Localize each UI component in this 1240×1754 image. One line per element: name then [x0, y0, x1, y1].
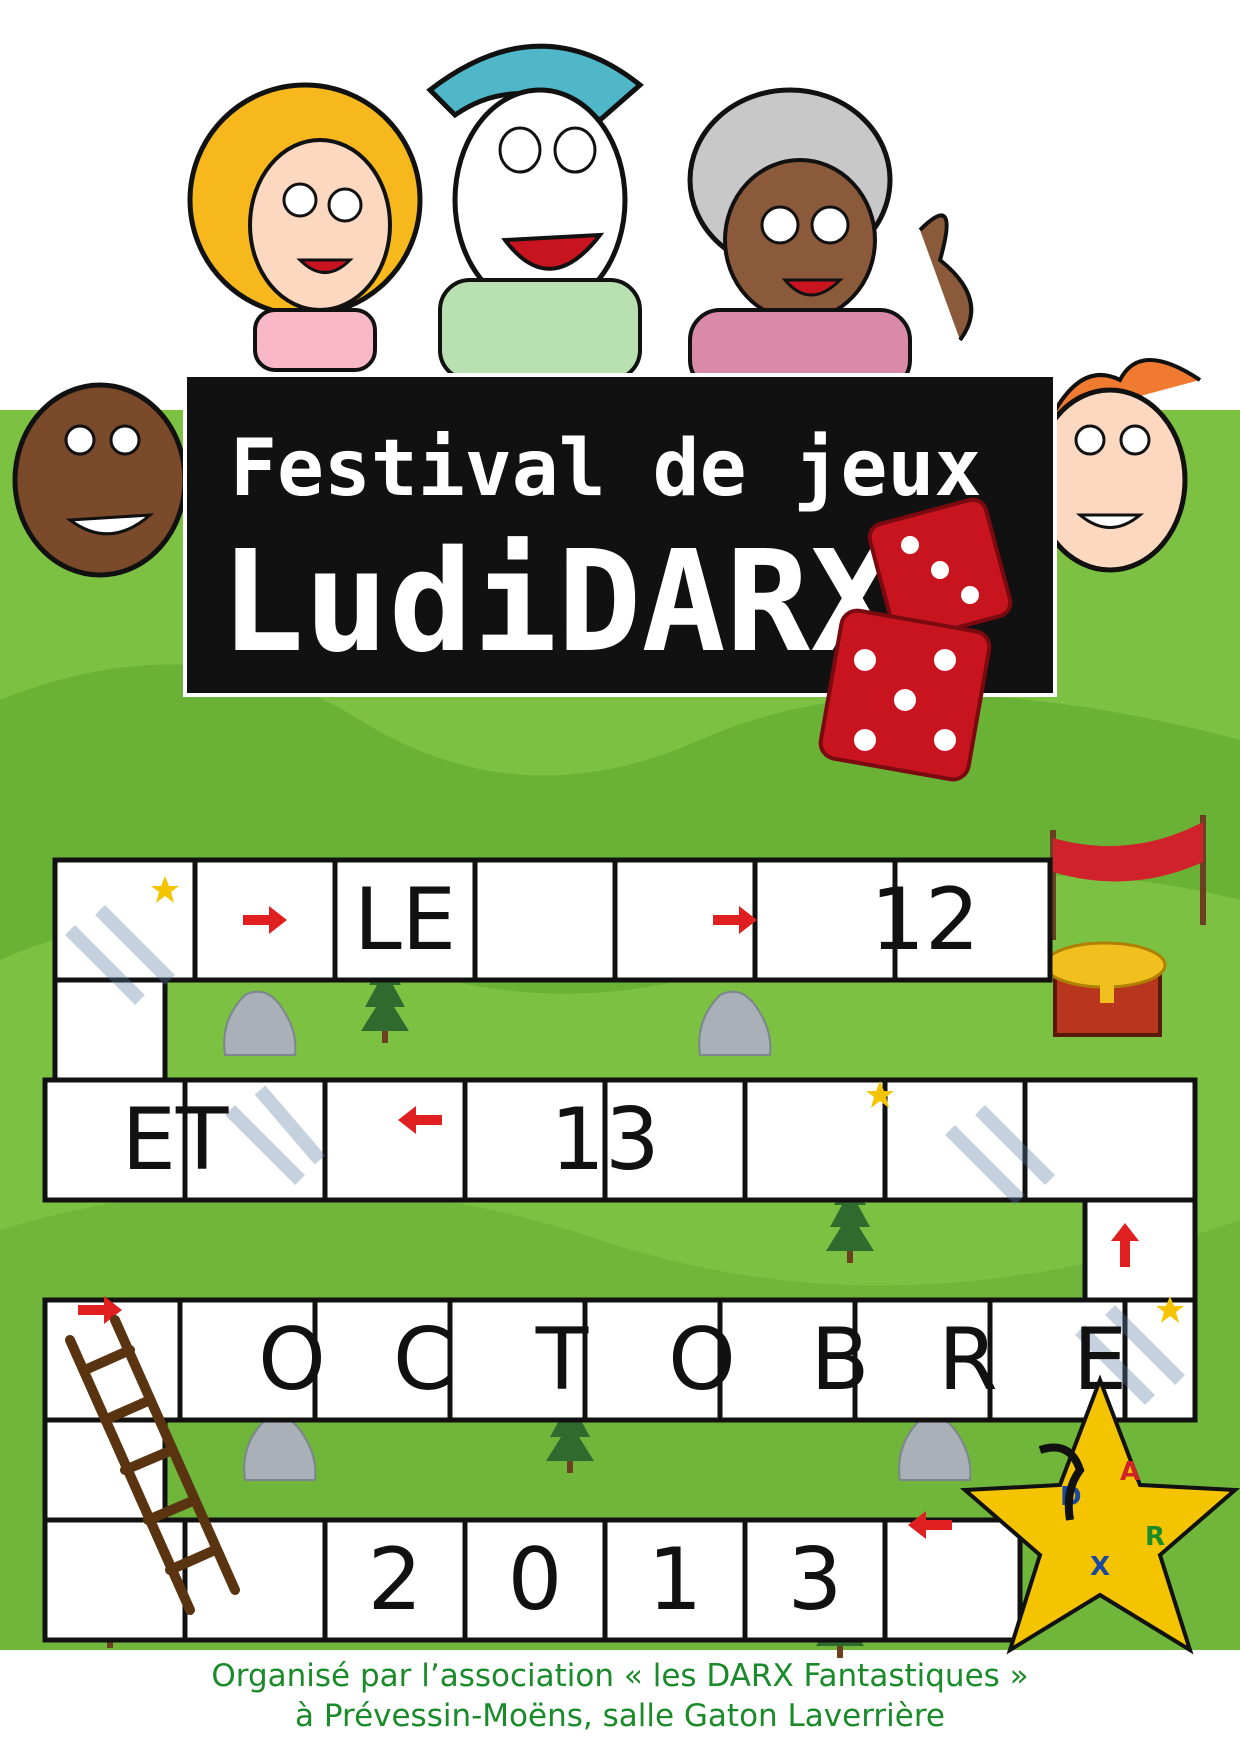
poster: Festival de jeux LudiDARX LE 12 ET 13 O … — [0, 0, 1240, 1754]
character-man-cap — [426, 43, 644, 382]
logo-letter: X — [1090, 1552, 1110, 1582]
logo-letter: A — [1120, 1457, 1140, 1487]
board-number: 13 — [550, 1090, 659, 1190]
footer-organizer: Organisé par l’association « les DARX Fa… — [211, 1658, 1029, 1694]
character-woman — [187, 82, 423, 372]
board-word: LE — [354, 870, 456, 970]
board-letter: R — [938, 1310, 998, 1410]
board-number: 12 — [870, 870, 979, 970]
treasure-chest-icon — [1043, 941, 1167, 1037]
board-letter: T — [535, 1310, 589, 1410]
board-letter: O — [668, 1310, 736, 1410]
board-digit: 1 — [648, 1530, 703, 1630]
board-digit: 2 — [368, 1530, 423, 1630]
poster-scene: Festival de jeux LudiDARX LE 12 ET 13 O … — [0, 43, 1240, 1658]
board-letter: B — [811, 1310, 870, 1410]
board-word: ET — [122, 1090, 229, 1190]
logo-letter: R — [1145, 1522, 1165, 1552]
title-line1: Festival de jeux — [230, 424, 981, 514]
board-letter: C — [393, 1310, 453, 1410]
title-line2: LudiDARX — [220, 521, 894, 684]
board-row-3 — [42, 1297, 1198, 1423]
footer-location: à Prévessin-Moëns, salle Gaton Laverrièr… — [295, 1698, 945, 1734]
board-digit: 3 — [788, 1530, 843, 1630]
board-digit: 0 — [508, 1530, 563, 1630]
character-boy — [12, 382, 188, 578]
board-connector — [52, 977, 168, 1083]
board-letter: O — [258, 1310, 326, 1410]
board-connector — [1082, 1197, 1198, 1303]
character-grandmother — [687, 87, 974, 392]
